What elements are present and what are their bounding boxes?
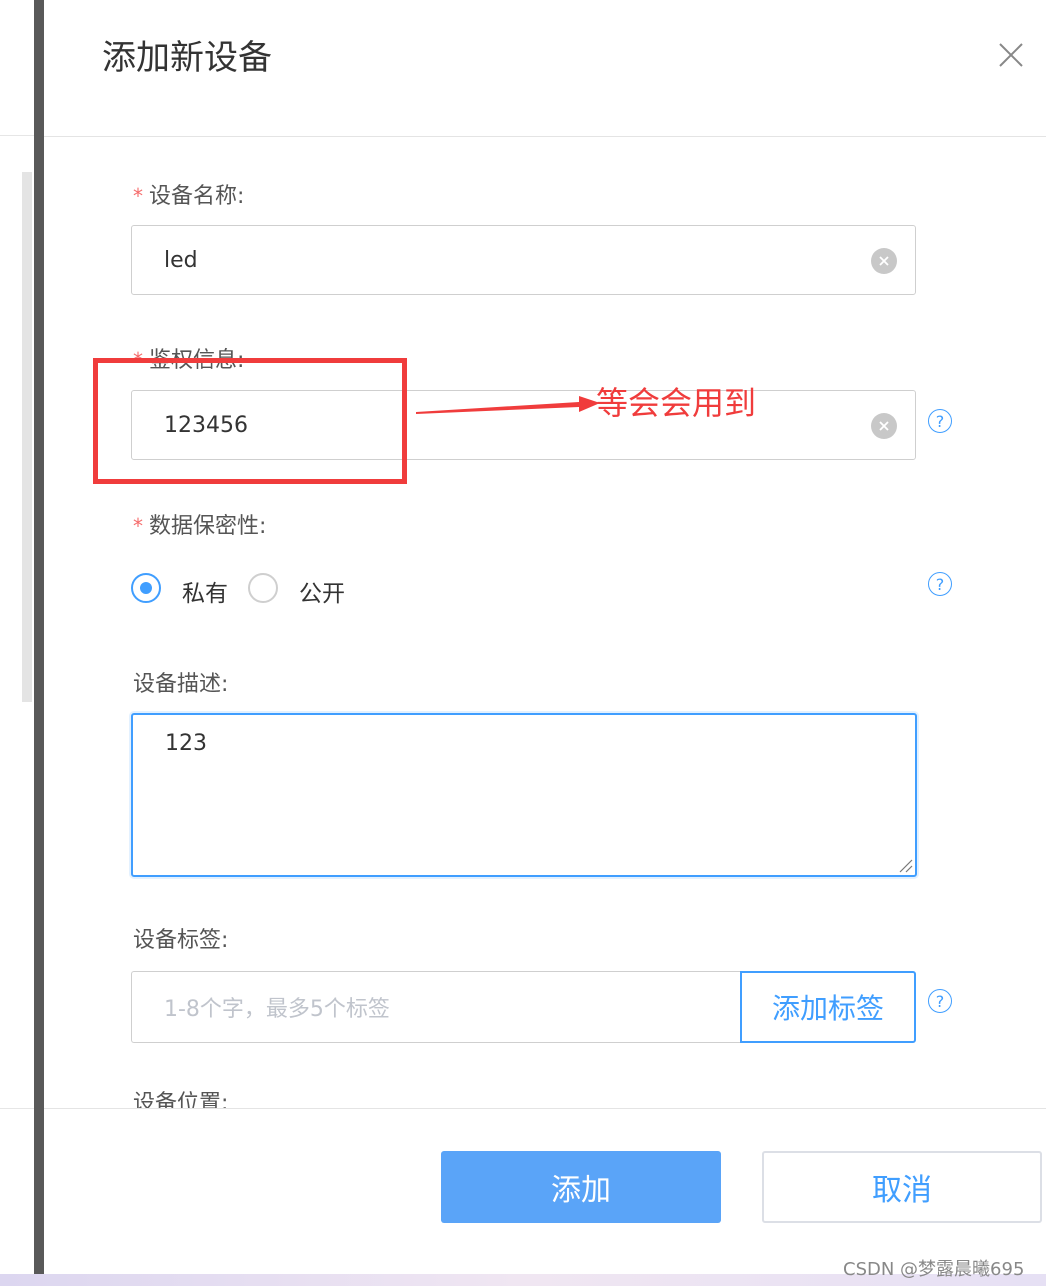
footer-divider <box>44 1108 1046 1109</box>
resize-handle-icon[interactable] <box>897 857 913 873</box>
clear-icon[interactable] <box>871 248 897 274</box>
annotation-box <box>93 358 407 484</box>
add-device-drawer: 添加新设备 * 设备名称: led * 鉴权信息: 123456 ? * 数据保密性:… <box>44 0 1046 1274</box>
add-tag-button[interactable]: 添加标签 <box>740 971 916 1043</box>
radio-private-label[interactable]: 私有 <box>182 574 228 608</box>
description-label: 设备描述: <box>133 672 229 697</box>
cancel-button[interactable]: 取消 <box>762 1151 1042 1223</box>
watermark: CSDN @梦露晨曦695 <box>843 1259 1025 1280</box>
radio-public-label[interactable]: 公开 <box>299 574 345 608</box>
help-icon[interactable]: ? <box>928 572 952 596</box>
footer-cover <box>44 1109 1046 1139</box>
radio-private[interactable] <box>131 573 161 603</box>
background-page <box>0 0 36 1286</box>
drawer-title: 添加新设备 <box>102 38 272 78</box>
bg-divider <box>0 135 36 136</box>
device-name-label: * 设备名称: <box>133 184 245 209</box>
tag-input[interactable]: 1-8个字，最多5个标签 <box>131 971 741 1043</box>
privacy-label: * 数据保密性: <box>133 514 267 539</box>
bg-divider <box>0 1108 36 1109</box>
header-divider <box>44 136 1046 137</box>
description-textarea[interactable]: 123 <box>131 713 917 877</box>
tags-label: 设备标签: <box>133 928 229 953</box>
device-name-value: led <box>164 247 198 273</box>
close-icon[interactable] <box>996 40 1026 70</box>
help-icon[interactable]: ? <box>928 989 952 1013</box>
bg-scrollbar[interactable] <box>22 172 32 702</box>
radio-public[interactable] <box>248 573 278 603</box>
required-mark: * <box>133 184 143 208</box>
annotation-text: 等会会用到 <box>596 384 757 422</box>
clear-icon[interactable] <box>871 413 897 439</box>
required-mark: * <box>133 514 143 538</box>
annotation-arrow-icon <box>416 396 600 414</box>
add-button[interactable]: 添加 <box>441 1151 721 1223</box>
tag-input-placeholder: 1-8个字，最多5个标签 <box>164 997 390 1022</box>
drawer-edge <box>34 0 44 1274</box>
description-value: 123 <box>165 731 207 756</box>
device-name-input[interactable]: led <box>131 225 916 295</box>
help-icon[interactable]: ? <box>928 409 952 433</box>
